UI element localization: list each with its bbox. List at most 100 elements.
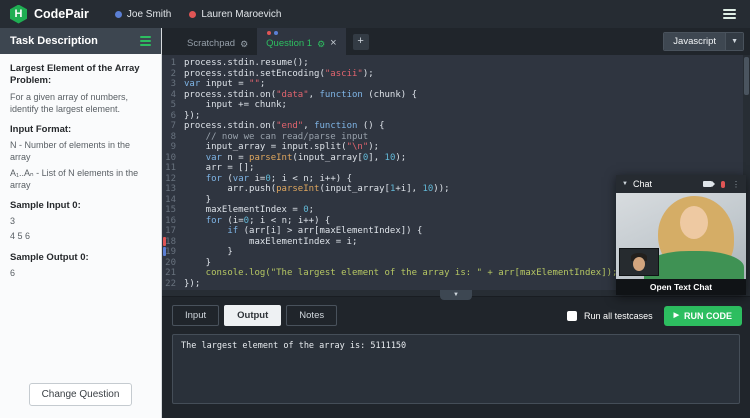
run-all-checkbox[interactable] <box>567 311 577 321</box>
line-number: 12 <box>162 174 184 185</box>
task-description-title: Task Description <box>10 35 98 47</box>
collapse-console-handle[interactable]: ▼ <box>440 290 472 300</box>
video-camera-icon[interactable] <box>703 181 712 187</box>
remote-cursor <box>163 237 166 246</box>
code-text: arr.push(parseInt(input_array[1+i], 10))… <box>184 184 450 195</box>
section-text: 4 5 6 <box>10 230 151 242</box>
task-description-body: Largest Element of the Array Problem:For… <box>0 54 161 373</box>
line-number: 10 <box>162 153 184 164</box>
open-text-chat-button[interactable]: Open Text Chat <box>616 279 746 295</box>
line-number: 8 <box>162 132 184 143</box>
run-area: Run all testcases ▶ RUN CODE <box>567 306 742 326</box>
gear-icon[interactable]: ⚙ <box>240 40 248 49</box>
code-text: input += chunk; <box>184 100 287 111</box>
line-number: 4 <box>162 90 184 101</box>
console-output: The largest element of the array is: 511… <box>172 334 740 404</box>
gear-icon[interactable]: ⚙ <box>317 40 325 49</box>
hamburger-menu-icon[interactable] <box>719 5 740 23</box>
code-text: var input = ""; <box>184 79 265 90</box>
line-number: 5 <box>162 100 184 111</box>
code-text: maxElementIndex = 0; <box>184 205 314 216</box>
chat-title: Chat <box>633 179 698 189</box>
video-person-face <box>680 206 708 239</box>
code-line[interactable]: 8 // now we can read/parse input <box>162 132 750 143</box>
console-panel: ▼ InputOutputNotes Run all testcases ▶ R… <box>162 296 750 418</box>
section-text: 3 <box>10 215 151 227</box>
self-video-inset <box>619 248 659 276</box>
topbar: H CodePair Joe SmithLauren Maroevich <box>0 0 750 28</box>
change-question-button[interactable]: Change Question <box>29 383 133 406</box>
chat-header[interactable]: ▼ Chat ⋮ <box>616 175 746 193</box>
line-number: 14 <box>162 195 184 206</box>
code-text: maxElementIndex = i; <box>184 237 357 248</box>
code-line[interactable]: 7process.stdin.on("end", function () { <box>162 121 750 132</box>
code-line[interactable]: 6}); <box>162 111 750 122</box>
participant-name: Lauren Maroevich <box>201 9 281 20</box>
codepair-app: H CodePair Joe SmithLauren Maroevich Tas… <box>0 0 750 418</box>
section-heading: Sample Input 0: <box>10 200 151 212</box>
console-tab-notes[interactable]: Notes <box>286 305 337 326</box>
presence-dot <box>115 11 122 18</box>
editor-tabbar: Scratchpad ⚙ Question 1 ⚙ × + Javascript ▼ <box>162 28 750 55</box>
code-line[interactable]: 9 input_array = input.split("\n"); <box>162 142 750 153</box>
code-line[interactable]: 3var input = ""; <box>162 79 750 90</box>
microphone-icon[interactable] <box>721 181 725 188</box>
code-text: arr = []; <box>184 163 254 174</box>
code-text: process.stdin.resume(); <box>184 58 309 69</box>
code-line[interactable]: 2process.stdin.setEncoding("ascii"); <box>162 69 750 80</box>
console-bar: InputOutputNotes Run all testcases ▶ RUN… <box>162 297 750 326</box>
code-line[interactable]: 11 arr = []; <box>162 163 750 174</box>
participants: Joe SmithLauren Maroevich <box>115 9 282 20</box>
app-title: CodePair <box>34 7 89 21</box>
presence-dot <box>267 31 271 35</box>
code-line[interactable]: 1process.stdin.resume(); <box>162 58 750 69</box>
more-options-icon[interactable]: ⋮ <box>732 180 740 189</box>
run-code-button[interactable]: ▶ RUN CODE <box>664 306 742 326</box>
hackerrank-logo: H <box>10 5 27 24</box>
tab-label: Question 1 <box>266 38 312 49</box>
code-text: process.stdin.on("end", function () { <box>184 121 385 132</box>
line-number: 16 <box>162 216 184 227</box>
close-icon[interactable]: × <box>330 38 336 49</box>
run-all-label: Run all testcases <box>584 311 653 321</box>
scrollbar-thumb[interactable] <box>744 57 749 95</box>
section-text: N - Number of elements in the array <box>10 139 151 163</box>
language-select[interactable]: Javascript ▼ <box>663 32 744 51</box>
line-number: 20 <box>162 258 184 269</box>
code-text: // now we can read/parse input <box>184 132 368 143</box>
code-text: process.stdin.on("data", function (chunk… <box>184 90 417 101</box>
add-tab-button[interactable]: + <box>353 34 369 50</box>
code-text: for (var i=0; i < n; i++) { <box>184 174 352 185</box>
play-icon: ▶ <box>674 312 679 319</box>
code-text: console.log("The largest element of the … <box>184 268 617 279</box>
code-text: }); <box>184 111 200 122</box>
tab-question-1[interactable]: Question 1 ⚙ × <box>257 28 345 55</box>
line-number: 1 <box>162 58 184 69</box>
code-text: } <box>184 258 211 269</box>
code-line[interactable]: 4process.stdin.on("data", function (chun… <box>162 90 750 101</box>
line-number: 13 <box>162 184 184 195</box>
tab-scratchpad[interactable]: Scratchpad ⚙ <box>178 28 257 55</box>
code-line[interactable]: 5 input += chunk; <box>162 100 750 111</box>
code-text: if (arr[i] > arr[maxElementIndex]) { <box>184 226 422 237</box>
task-description-header: Task Description <box>0 28 161 54</box>
chevron-down-icon: ▼ <box>622 181 628 187</box>
line-number: 17 <box>162 226 184 237</box>
line-number: 21 <box>162 268 184 279</box>
code-line[interactable]: 10 var n = parseInt(input_array[0], 10); <box>162 153 750 164</box>
editor-tabs: Scratchpad ⚙ Question 1 ⚙ × <box>178 28 346 55</box>
line-number: 22 <box>162 279 184 290</box>
task-menu-icon[interactable] <box>140 36 151 46</box>
line-number: 9 <box>162 142 184 153</box>
language-label: Javascript <box>664 33 725 50</box>
console-tab-output[interactable]: Output <box>224 305 281 326</box>
section-text: A₁..Aₙ - List of N elements in the array <box>10 167 151 191</box>
line-number: 3 <box>162 79 184 90</box>
line-number: 15 <box>162 205 184 216</box>
run-code-label: RUN CODE <box>684 311 732 321</box>
section-text: For a given array of numbers, identify t… <box>10 91 151 115</box>
remote-cursor <box>163 247 166 256</box>
console-tab-input[interactable]: Input <box>172 305 219 326</box>
tab-label: Scratchpad <box>187 38 235 49</box>
code-text: } <box>184 195 211 206</box>
